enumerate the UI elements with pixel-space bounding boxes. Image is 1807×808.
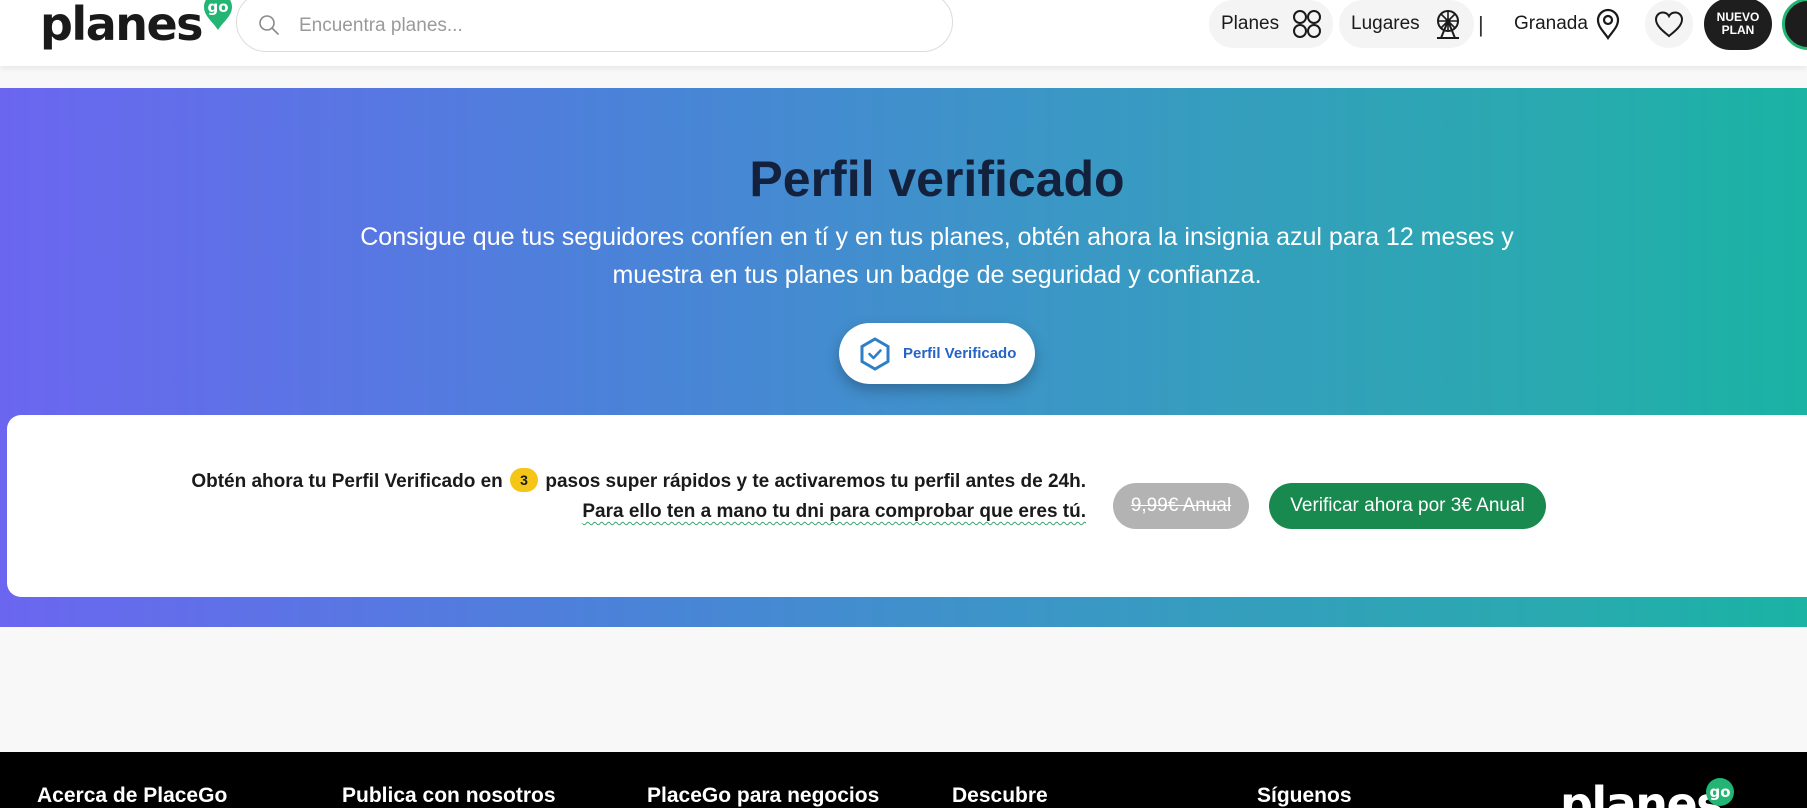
search-icon [259, 15, 279, 35]
grid-icon [1293, 10, 1322, 38]
footer-logo-pin-icon: go [1706, 778, 1734, 806]
nav-planes[interactable]: Planes [1209, 0, 1334, 48]
footer-link-follow[interactable]: Síguenos [1257, 784, 1352, 808]
search-bar[interactable] [236, 0, 953, 52]
footer-logo[interactable]: planes [1560, 774, 1724, 808]
logo-text: planes [40, 0, 204, 51]
map-pin-icon [1596, 8, 1620, 40]
offer-line-1-end: pasos super rápidos y te activaremos tu … [545, 471, 1086, 492]
site-footer: Acerca de PlaceGo Publica con nosotros P… [0, 752, 1807, 808]
favorites-button[interactable] [1645, 0, 1693, 48]
new-plan-line2: PLAN [1721, 23, 1755, 37]
footer-logo-badge: go [1709, 783, 1730, 801]
footer-logo-text: planes [1560, 777, 1724, 808]
location-selector[interactable]: Granada [1514, 0, 1622, 48]
user-avatar[interactable] [1782, 0, 1807, 50]
nav-lugares[interactable]: Lugares [1339, 0, 1474, 48]
planesgo-logo[interactable]: planes go [40, 0, 235, 54]
offer-text: Obtén ahora tu Perfil Verificado en 3 pa… [191, 467, 1086, 527]
offer-line-2: Para ello ten a mano tu dni para comprob… [191, 497, 1086, 527]
nav-separator: | [1478, 12, 1484, 37]
verified-shield-icon [860, 336, 890, 371]
verified-badge-preview: Perfil Verificado [839, 323, 1035, 384]
page-title: Perfil verificado [749, 151, 1125, 207]
footer-link-business[interactable]: PlaceGo para negocios [647, 784, 879, 808]
nav-planes-label: Planes [1221, 13, 1280, 34]
new-plan-button[interactable]: NUEVO PLAN [1704, 0, 1772, 50]
offer-line-1-start: Obtén ahora tu Perfil Verificado en [191, 471, 503, 492]
ferris-wheel-icon [1436, 10, 1459, 39]
site-header: planes go Planes Lugares [0, 0, 1807, 66]
logo-pin-icon: go [204, 0, 233, 30]
verified-profile-hero: Perfil verificado Consigue que tus segui… [0, 88, 1807, 627]
heart-icon [1654, 11, 1684, 38]
hero-subtitle: Consigue que tus seguidores confíen en t… [360, 223, 1514, 289]
old-price-label: 9,99€ Anual [1113, 483, 1249, 529]
verification-offer-card: Obtén ahora tu Perfil Verificado en 3 pa… [7, 415, 1807, 597]
verify-now-button[interactable]: Verificar ahora por 3€ Anual [1269, 483, 1546, 529]
steps-count-badge: 3 [510, 467, 539, 492]
search-input[interactable] [299, 12, 899, 40]
svg-text:go: go [208, 0, 229, 16]
offer-line-2-text: Para ello ten a mano tu dni para comprob… [582, 501, 1086, 522]
verified-badge-label: Perfil Verificado [903, 345, 1017, 362]
footer-link-publish[interactable]: Publica con nosotros [342, 784, 556, 808]
footer-link-discover[interactable]: Descubre [952, 784, 1048, 808]
nav-lugares-label: Lugares [1351, 13, 1420, 34]
offer-line-1: Obtén ahora tu Perfil Verificado en 3 pa… [191, 467, 1086, 497]
location-label: Granada [1514, 13, 1588, 34]
footer-link-about[interactable]: Acerca de PlaceGo [37, 784, 227, 808]
